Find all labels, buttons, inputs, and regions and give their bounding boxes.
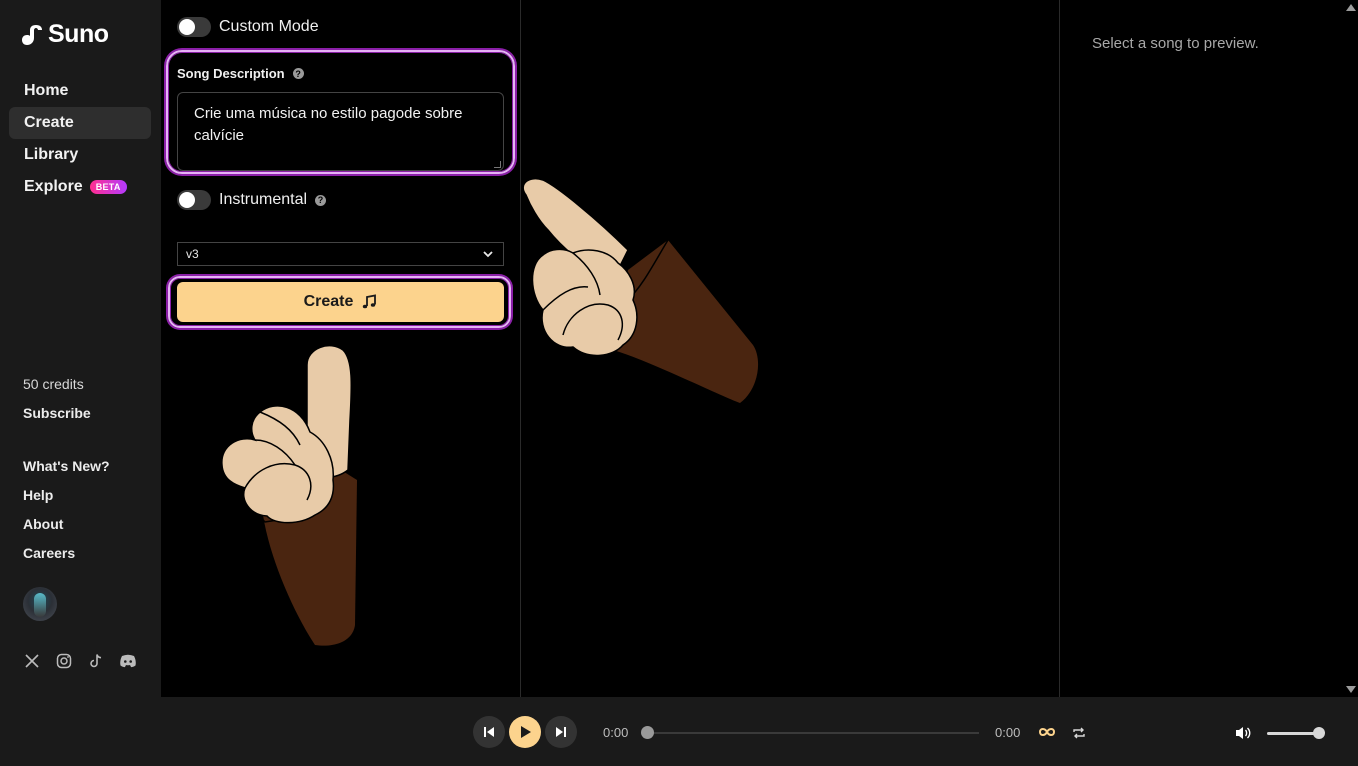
repeat-icon[interactable] (1072, 726, 1086, 740)
x-icon[interactable] (23, 652, 41, 670)
credits-count: 50 credits (23, 376, 84, 392)
nav-home[interactable]: Home (9, 75, 151, 107)
chevron-down-icon (483, 251, 493, 258)
infinity-icon[interactable] (1038, 725, 1056, 739)
create-button[interactable]: Create (177, 282, 504, 322)
discord-icon[interactable] (119, 652, 137, 670)
divider (520, 0, 521, 697)
skip-forward-icon (556, 727, 566, 737)
social-links (23, 652, 137, 670)
brand-name: Suno (48, 20, 109, 48)
subscribe-link[interactable]: Subscribe (23, 405, 91, 421)
custom-mode-toggle[interactable] (177, 17, 211, 37)
scroll-down-icon[interactable] (1346, 686, 1356, 693)
nav-library[interactable]: Library (9, 139, 151, 171)
instagram-icon[interactable] (55, 652, 73, 670)
volume-track[interactable] (1267, 732, 1319, 735)
song-description-input[interactable]: Crie uma música no estilo pagode sobre c… (177, 92, 504, 171)
nav-label: Create (24, 114, 74, 131)
player-bar: 0:00 0:00 (0, 697, 1358, 766)
volume-icon[interactable] (1234, 725, 1252, 741)
song-description-value: Crie uma música no estilo pagode sobre c… (194, 105, 463, 144)
hand-pointing-up-icon (221, 344, 357, 646)
beta-badge: BETA (89, 180, 127, 194)
hand-pointing-diagonal-icon (522, 178, 759, 403)
nav-explore[interactable]: Explore BETA (9, 171, 151, 203)
next-button[interactable] (545, 716, 577, 748)
progress-track[interactable] (646, 732, 979, 734)
about-link[interactable]: About (23, 516, 63, 532)
play-button[interactable] (509, 716, 541, 748)
skip-back-icon (484, 727, 494, 737)
model-select[interactable]: v3 (177, 242, 504, 266)
help-icon[interactable]: ? (292, 68, 304, 79)
instrumental-row: Instrumental ? (177, 190, 327, 210)
progress-knob[interactable] (641, 726, 654, 739)
play-icon (521, 726, 531, 738)
custom-mode-row: Custom Mode (177, 17, 319, 37)
instrumental-label: Instrumental (219, 191, 308, 208)
volume-knob[interactable] (1313, 727, 1325, 739)
scrollbar[interactable] (1343, 0, 1358, 697)
sidebar: Suno Home Create Library Explore BETA 50… (0, 0, 161, 697)
custom-mode-label: Custom Mode (219, 18, 319, 35)
preview-placeholder: Select a song to preview. (1092, 35, 1259, 52)
help-icon[interactable]: ? (315, 194, 327, 206)
resize-handle[interactable] (494, 161, 501, 168)
song-description-text: Song Description (177, 66, 285, 81)
logo[interactable]: Suno (22, 20, 109, 49)
nav-label: Explore (24, 178, 83, 195)
whats-new-link[interactable]: What's New? (23, 458, 110, 474)
instrumental-toggle[interactable] (177, 190, 211, 210)
create-button-label: Create (303, 293, 354, 310)
nav-label: Home (24, 82, 69, 99)
current-time: 0:00 (603, 725, 629, 740)
user-avatar[interactable] (23, 587, 57, 621)
help-link[interactable]: Help (23, 487, 53, 503)
music-note-icon (363, 294, 377, 309)
suno-logo-icon (22, 24, 42, 45)
song-description-label: Song Description ? (177, 66, 304, 81)
duration: 0:00 (995, 725, 1021, 740)
model-value: v3 (186, 247, 199, 261)
nav-label: Library (24, 146, 79, 163)
nav-create[interactable]: Create (9, 107, 151, 139)
scroll-up-icon[interactable] (1346, 4, 1356, 11)
tiktok-icon[interactable] (87, 652, 105, 670)
careers-link[interactable]: Careers (23, 545, 75, 561)
divider (1059, 0, 1060, 697)
previous-button[interactable] (473, 716, 505, 748)
